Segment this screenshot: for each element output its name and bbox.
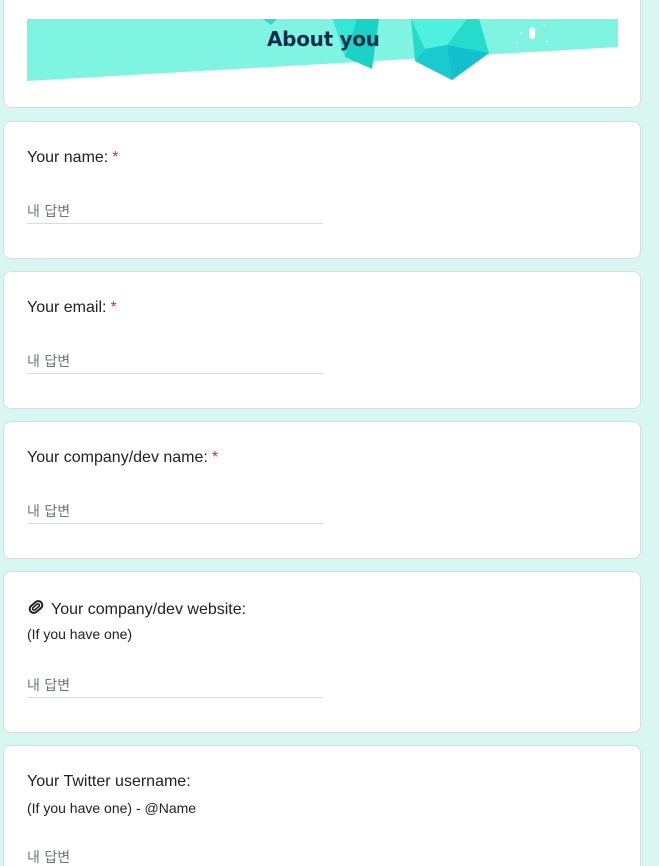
question-label: Your email: — [27, 299, 107, 316]
form-page: About you Your name:* Your email:* Your … — [0, 0, 659, 866]
company-input[interactable] — [27, 500, 323, 524]
question-title-email: Your email: * — [27, 298, 117, 318]
question-title-name: Your name: * — [27, 148, 118, 168]
question-subtitle: (If you have one) - @Name — [27, 800, 197, 816]
header-card: About you — [3, 0, 641, 108]
question-title-twitter: Your Twitter username: — [27, 773, 191, 790]
name-input[interactable] — [27, 200, 323, 224]
question-label: Your company/dev name: — [27, 449, 208, 466]
question-card-website: Your company/dev website: (If you have o… — [3, 571, 641, 733]
question-label: Your name: — [27, 149, 109, 166]
email-input[interactable] — [27, 350, 323, 374]
website-input[interactable] — [27, 674, 323, 698]
question-label: Your company/dev website: — [51, 601, 247, 618]
twitter-input[interactable] — [27, 846, 323, 866]
question-card-name: Your name: * — [3, 121, 641, 259]
paperclip-icon — [27, 598, 45, 622]
banner-title: About you — [267, 27, 380, 51]
required-asterisk: * — [112, 149, 119, 166]
about-you-banner: About you — [27, 19, 618, 81]
question-card-company: Your company/dev name: * — [3, 421, 641, 559]
question-card-email: Your email: * — [3, 271, 641, 409]
required-asterisk: * — [110, 299, 117, 316]
question-card-twitter: Your Twitter username: (If you have one)… — [3, 745, 641, 866]
question-subtitle: (If you have one) — [27, 626, 133, 642]
question-title-company: Your company/dev name: * — [27, 448, 218, 468]
question-title-website: Your company/dev website: — [27, 598, 246, 622]
required-asterisk: * — [211, 449, 219, 466]
